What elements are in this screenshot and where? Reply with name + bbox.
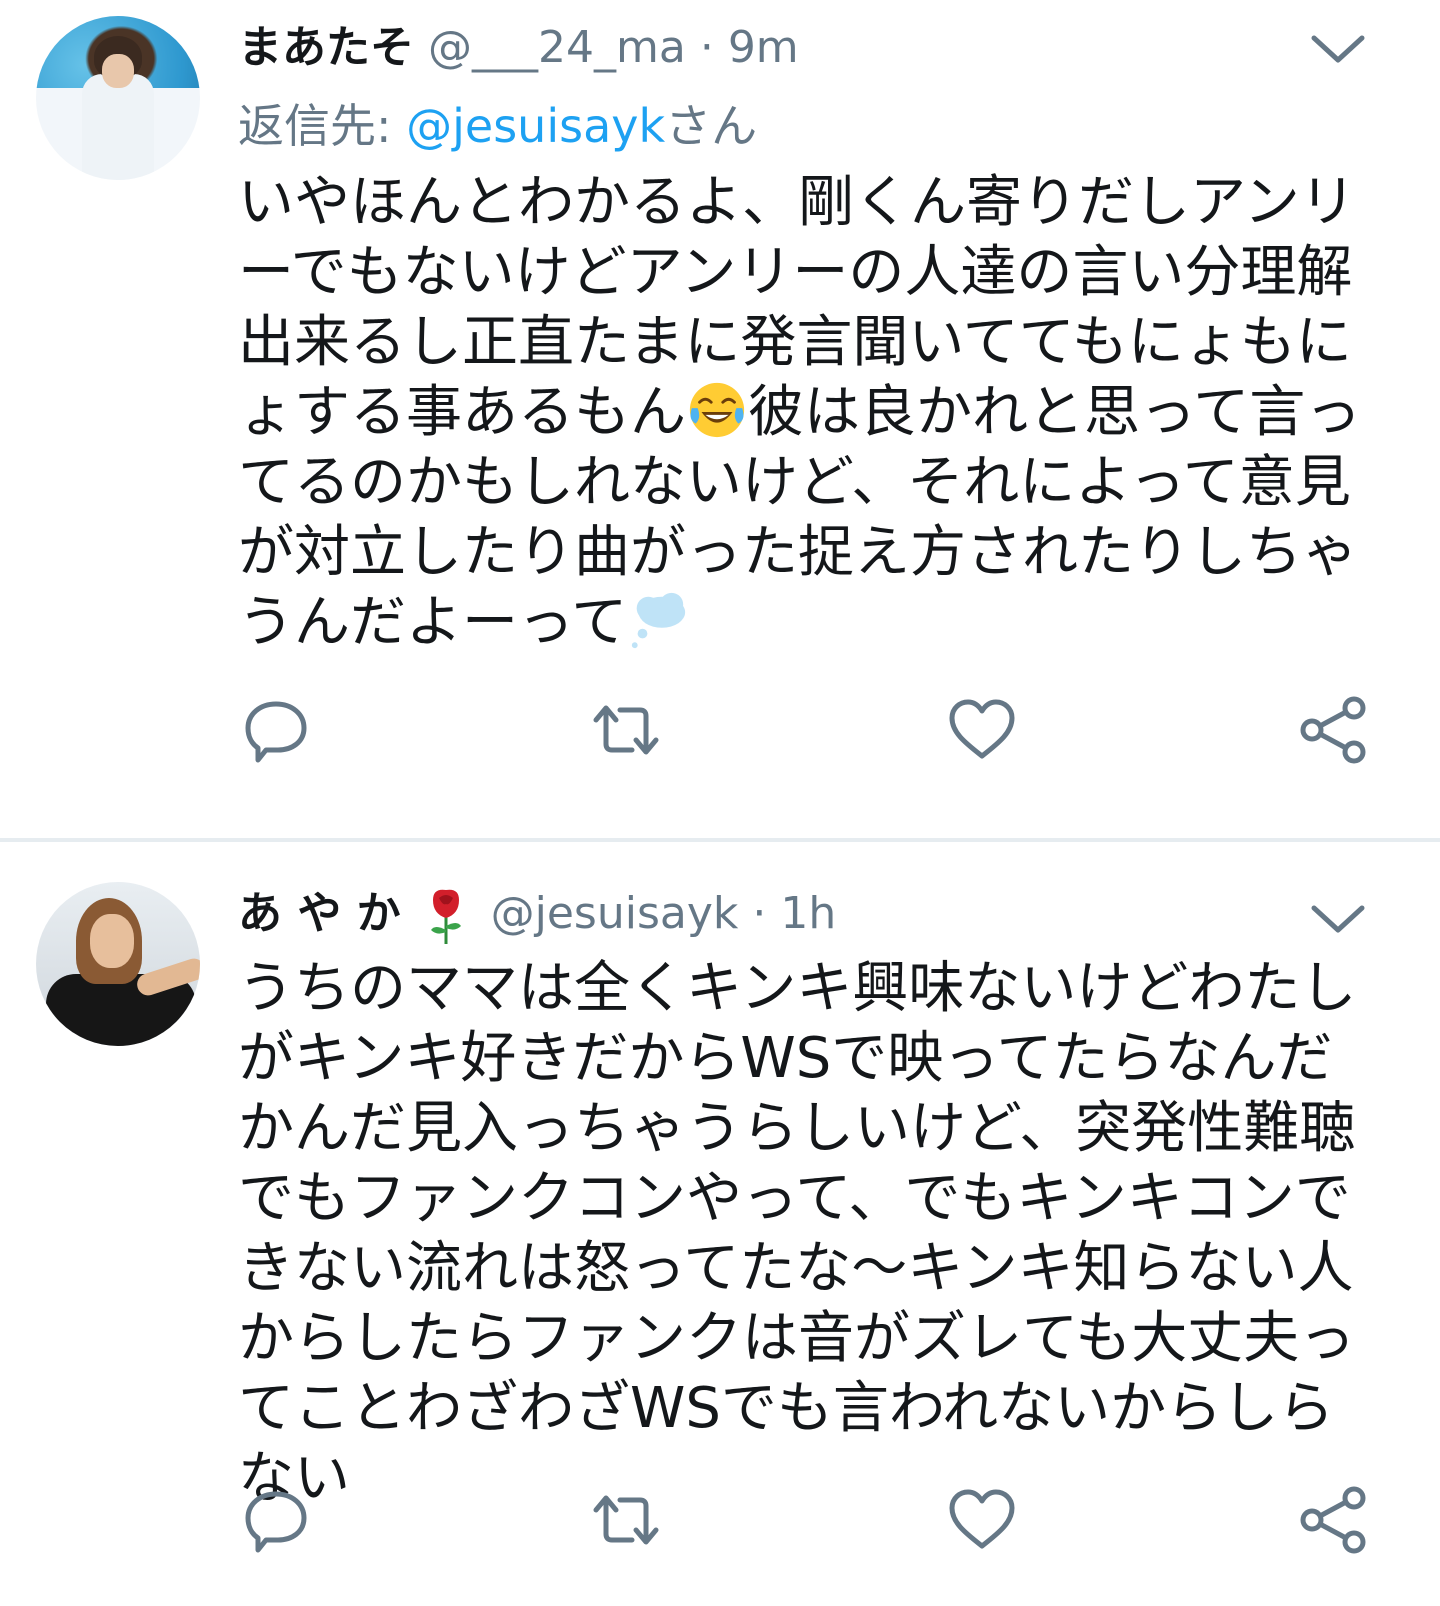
retweet-icon	[593, 705, 659, 755]
share-icon	[1300, 696, 1366, 764]
share-icon	[1300, 1486, 1366, 1554]
tweet-header: あ や か @jesuisayk · 1h	[238, 884, 836, 946]
avatar[interactable]	[36, 16, 200, 180]
author-name[interactable]: まあたそ	[238, 22, 414, 73]
reply-button[interactable]	[238, 1482, 314, 1558]
reply-to-user-link[interactable]: @jesuisayk	[406, 99, 665, 153]
chevron-down-icon[interactable]	[1306, 28, 1370, 68]
timestamp[interactable]: 1h	[780, 888, 836, 939]
separator-dot: ·	[699, 22, 714, 73]
reply-icon	[245, 701, 307, 763]
like-icon	[949, 699, 1015, 759]
reply-icon	[245, 1491, 307, 1553]
author-handle[interactable]: @___24_ma	[428, 22, 686, 73]
reply-to-label: 返信先:	[238, 99, 407, 153]
tweet[interactable]: まあたそ @___24_ma · 9m 返信先: @jesuisaykさん いや…	[0, 0, 1440, 840]
action-bar	[0, 692, 1440, 772]
timestamp[interactable]: 9m	[728, 22, 799, 73]
avatar-shirt	[82, 74, 154, 180]
chevron-down-icon[interactable]	[1306, 898, 1370, 938]
reply-to-line: 返信先: @jesuisaykさん	[238, 96, 757, 156]
avatar-face	[102, 54, 134, 88]
face-with-tears-of-joy-emoji	[689, 382, 745, 438]
retweet-button[interactable]	[588, 1482, 664, 1558]
tweet-header: まあたそ @___24_ma · 9m	[238, 18, 799, 78]
tweet[interactable]: あ や か @jesuisayk · 1h うちのママは全くキンキ興味ないけどわ…	[0, 842, 1440, 1606]
reply-button[interactable]	[238, 692, 314, 768]
share-button[interactable]	[1296, 1482, 1372, 1558]
tweet-text: うちのママは全くキンキ興味ないけどわたしがキンキ好きだからWSで映ってたらなんだ…	[238, 956, 1357, 1511]
share-button[interactable]	[1296, 692, 1372, 768]
tweet-text: いやほんとわかるよ、剛くん寄りだしアンリーでもないけどアンリーの人達の言い分理解…	[238, 168, 1378, 658]
like-button[interactable]	[944, 1482, 1020, 1558]
avatar-face	[90, 914, 134, 968]
like-icon	[949, 1489, 1015, 1549]
thought-balloon-emoji	[632, 592, 686, 649]
rose-emoji	[430, 889, 461, 944]
retweet-button[interactable]	[588, 692, 664, 768]
action-bar	[0, 1482, 1440, 1562]
author-name[interactable]: あ や か	[238, 888, 401, 939]
like-button[interactable]	[944, 692, 1020, 768]
reply-to-suffix: さん	[665, 99, 758, 153]
author-handle[interactable]: @jesuisayk	[491, 888, 739, 939]
retweet-icon	[593, 1495, 659, 1545]
avatar[interactable]	[36, 882, 200, 1046]
separator-dot: ·	[752, 888, 767, 939]
